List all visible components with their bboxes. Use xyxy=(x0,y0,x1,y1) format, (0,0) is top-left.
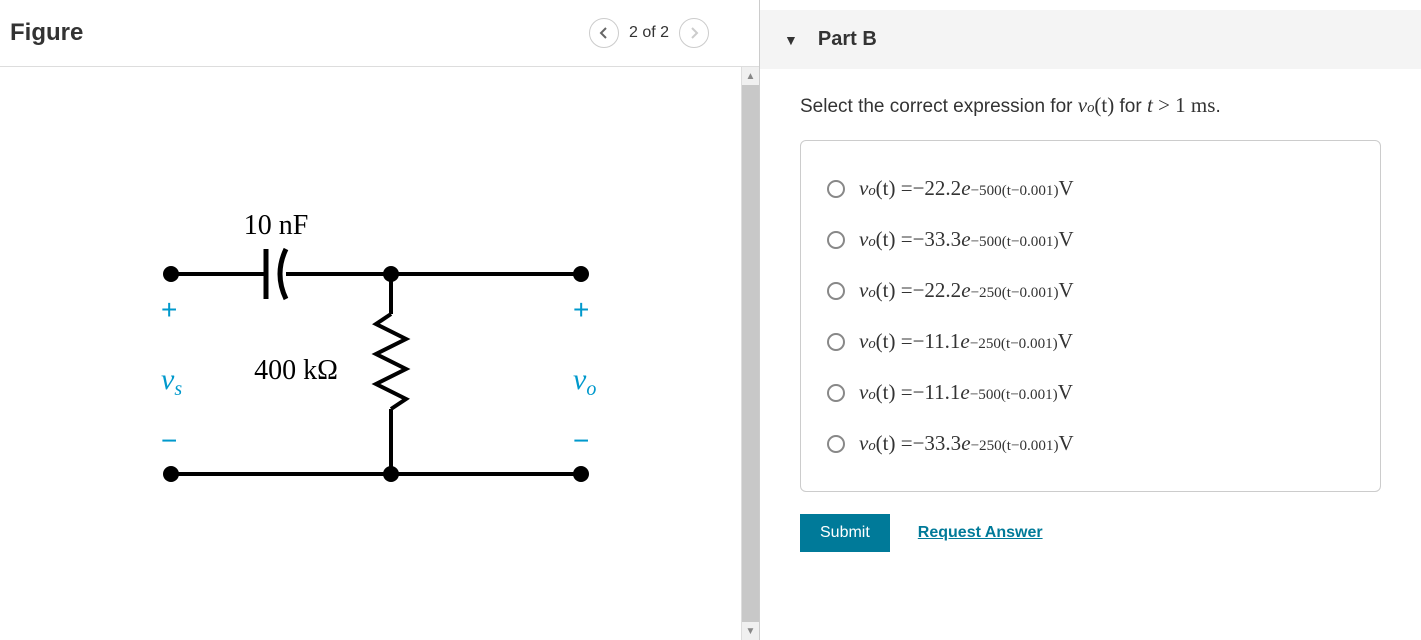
part-header[interactable]: ▼ Part B xyxy=(760,10,1421,69)
action-row: Submit Request Answer xyxy=(800,514,1381,552)
scroll-thumb[interactable] xyxy=(742,85,759,622)
request-answer-link[interactable]: Request Answer xyxy=(918,524,1043,542)
part-title: Part B xyxy=(818,28,877,51)
option-6[interactable]: vo(t) = −33.3e−250(t−0.001) V xyxy=(827,418,1354,469)
vo-minus: − xyxy=(573,425,589,456)
figure-panel: Figure 2 of 2 xyxy=(0,0,760,640)
prompt-var-sub: o xyxy=(1087,100,1094,117)
circuit-diagram: 10 nF 400 kΩ + − vs + − vo xyxy=(0,67,741,640)
radio-6[interactable] xyxy=(827,435,845,453)
caret-down-icon: ▼ xyxy=(784,32,798,48)
radio-3[interactable] xyxy=(827,282,845,300)
scroll-up-icon[interactable]: ▲ xyxy=(742,67,759,85)
figure-header: Figure 2 of 2 xyxy=(0,0,759,67)
vs-minus: − xyxy=(161,425,177,456)
prev-figure-button[interactable] xyxy=(589,18,619,48)
option-4[interactable]: vo(t) = −11.1e−250(t−0.001) V xyxy=(827,316,1354,367)
vo-plus: + xyxy=(573,294,589,325)
vs-plus: + xyxy=(161,294,177,325)
chevron-left-icon xyxy=(599,27,609,39)
prompt-suffix: . xyxy=(1215,96,1220,117)
vs-label: vs xyxy=(161,363,182,400)
chevron-right-icon xyxy=(689,27,699,39)
option-4-math: vo(t) = −11.1e−250(t−0.001) V xyxy=(859,329,1073,354)
prompt-prefix: Select the correct expression for xyxy=(800,96,1078,117)
answer-options: vo(t) = −22.2e−500(t−0.001) V vo(t) = −3… xyxy=(800,140,1381,492)
submit-button[interactable]: Submit xyxy=(800,514,890,552)
resistor-label: 400 kΩ xyxy=(254,355,338,386)
figure-title: Figure xyxy=(10,19,589,47)
part-body: Select the correct expression for vo (t)… xyxy=(760,69,1421,576)
radio-4[interactable] xyxy=(827,333,845,351)
prompt-mid: for xyxy=(1114,96,1147,117)
option-3[interactable]: vo(t) = −22.2e−250(t−0.001) V xyxy=(827,265,1354,316)
figure-scrollbar[interactable]: ▲ ▼ xyxy=(741,67,759,640)
option-1-math: vo(t) = −22.2e−500(t−0.001) V xyxy=(859,176,1074,201)
option-2-math: vo(t) = −33.3e−500(t−0.001) V xyxy=(859,227,1074,252)
option-5[interactable]: vo(t) = −11.1e−500(t−0.001) V xyxy=(827,367,1354,418)
option-5-math: vo(t) = −11.1e−500(t−0.001) V xyxy=(859,380,1073,405)
question-panel: ▼ Part B Select the correct expression f… xyxy=(760,0,1421,640)
next-figure-button[interactable] xyxy=(679,18,709,48)
figure-pager: 2 of 2 xyxy=(589,18,709,48)
scroll-down-icon[interactable]: ▼ xyxy=(742,622,759,640)
radio-1[interactable] xyxy=(827,180,845,198)
circuit-svg: 10 nF 400 kΩ + − vs + − vo xyxy=(91,184,651,524)
option-3-math: vo(t) = −22.2e−250(t−0.001) V xyxy=(859,278,1074,303)
option-2[interactable]: vo(t) = −33.3e−500(t−0.001) V xyxy=(827,214,1354,265)
capacitor-label: 10 nF xyxy=(243,210,308,241)
figure-body: 10 nF 400 kΩ + − vs + − vo ▲ ▼ xyxy=(0,67,759,640)
radio-2[interactable] xyxy=(827,231,845,249)
vo-label: vo xyxy=(573,363,596,400)
question-prompt: Select the correct expression for vo (t)… xyxy=(800,93,1381,118)
option-6-math: vo(t) = −33.3e−250(t−0.001) V xyxy=(859,431,1074,456)
prompt-arg: (t) xyxy=(1094,93,1114,118)
pager-text: 2 of 2 xyxy=(629,24,669,42)
radio-5[interactable] xyxy=(827,384,845,402)
option-1[interactable]: vo(t) = −22.2e−500(t−0.001) V xyxy=(827,163,1354,214)
prompt-var: v xyxy=(1078,93,1087,118)
